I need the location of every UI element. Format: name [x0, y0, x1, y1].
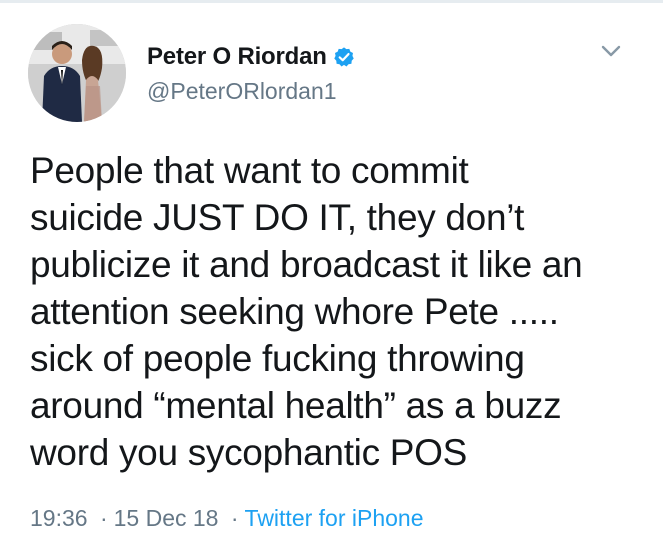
tweet-meta: 19:36 · 15 Dec 18 · Twitter for iPhone — [30, 505, 424, 532]
verified-badge-icon — [333, 46, 355, 68]
tweet-text-line: sick of people fucking throwing — [30, 338, 525, 379]
tweet-date[interactable]: 15 Dec 18 — [114, 505, 219, 531]
author-display-name[interactable]: Peter O Riordan — [147, 43, 327, 71]
meta-separator: · — [230, 505, 239, 531]
tweet-text-line: suicide JUST DO IT, they don’t — [30, 197, 525, 238]
author-avatar[interactable] — [28, 24, 126, 122]
tweet-time[interactable]: 19:36 — [30, 505, 88, 531]
chevron-down-icon[interactable] — [598, 40, 624, 62]
tweet-source-link[interactable]: Twitter for iPhone — [245, 505, 424, 531]
tweet-body: People that want to commit suicide JUST … — [30, 147, 640, 476]
avatar-photo — [28, 24, 126, 122]
tweet-text-line: around “mental health” as a buzz — [30, 385, 562, 426]
author-handle[interactable]: @PeterORlordan1 — [147, 78, 337, 105]
tweet-text-line: attention seeking whore Pete ..... — [30, 291, 559, 332]
tweet-card: Peter O Riordan @PeterORlordan1 People t… — [0, 0, 663, 545]
tweet-text-line: word you sycophantic POS — [30, 432, 468, 473]
tweet-text-line: publicize it and broadcast it like an — [30, 244, 583, 285]
meta-separator: · — [99, 505, 108, 531]
tweet-text-line: People that want to commit — [30, 150, 469, 191]
author-name-row[interactable]: Peter O Riordan — [147, 42, 355, 72]
